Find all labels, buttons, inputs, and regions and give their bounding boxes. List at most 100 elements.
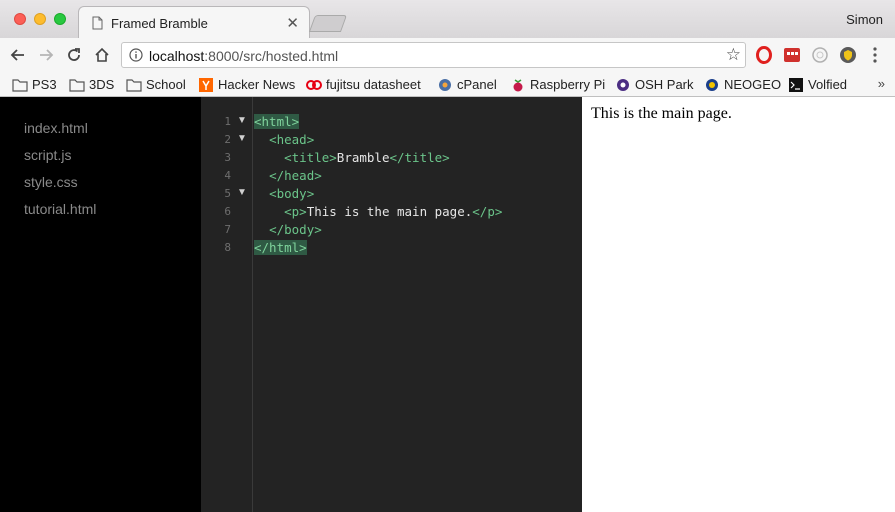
profile-name[interactable]: Simon	[846, 12, 883, 27]
back-button[interactable]	[8, 45, 28, 65]
code-editor[interactable]: 1 2 3 4 5 6 7 8 ▼ ▼ ▼ <html> <head> <tit…	[201, 97, 582, 512]
minimize-window-button[interactable]	[34, 13, 46, 25]
new-tab-button[interactable]	[308, 15, 348, 32]
code-tag: <p>	[284, 204, 307, 219]
line-number: 7	[224, 223, 231, 236]
bookmark-label: School	[146, 77, 186, 92]
code-line[interactable]: </html>	[254, 239, 307, 257]
line-number: 5	[224, 187, 231, 200]
reload-icon	[68, 48, 80, 61]
file-item-script-js[interactable]: script.js	[24, 147, 71, 163]
red-extension-icon[interactable]	[783, 46, 801, 64]
code-tag: </title>	[389, 150, 450, 165]
bookmark-ps3[interactable]: PS3	[12, 76, 57, 93]
url-path: :8000/src/hosted.html	[204, 48, 339, 64]
file-item-tutorial-html[interactable]: tutorial.html	[24, 201, 96, 217]
code-tag: <body>	[269, 186, 315, 201]
info-icon[interactable]	[129, 48, 143, 62]
folder-icon	[69, 78, 85, 92]
bookmark-star-icon[interactable]: ☆	[726, 45, 741, 65]
url-text[interactable]: localhost:8000/src/hosted.html	[149, 48, 338, 64]
bookmark-label: Hacker News	[218, 77, 296, 92]
address-bar[interactable]: localhost:8000/src/hosted.html ☆	[121, 42, 746, 68]
reload-button[interactable]	[64, 45, 84, 65]
bookmark-school[interactable]: School	[126, 76, 186, 93]
shield-extension-icon[interactable]	[839, 46, 857, 64]
code-tag: </head>	[269, 168, 322, 183]
bookmark-label: OSH Park	[635, 77, 694, 92]
close-tab-icon[interactable]: ✕	[286, 14, 299, 32]
file-item-style-css[interactable]: style.css	[24, 174, 78, 190]
fold-toggle-icon[interactable]: ▼	[237, 133, 247, 144]
line-number: 4	[224, 169, 231, 182]
bookmark-label: 3DS	[89, 77, 115, 92]
line-number: 6	[224, 205, 231, 218]
bookmark-cpanel[interactable]: cPanel	[437, 76, 497, 93]
home-icon	[95, 47, 109, 62]
folder-icon	[126, 78, 142, 92]
file-tree-panel: index.html script.js style.css tutorial.…	[0, 97, 201, 512]
osh-park-icon	[617, 78, 629, 91]
file-item-index-html[interactable]: index.html	[24, 120, 88, 136]
bookmark-3ds[interactable]: 3DS	[69, 76, 114, 93]
editor-gutter: 1 2 3 4 5 6 7 8 ▼ ▼ ▼	[201, 97, 253, 512]
forward-arrow-icon	[40, 49, 54, 61]
bookmarks-bar: PS3 3DS School Hacker News fujitsu datas…	[0, 72, 895, 97]
close-window-button[interactable]	[14, 13, 26, 25]
code-line[interactable]: <p>This is the main page.</p>	[254, 203, 502, 221]
bookmark-label: NEOGEO	[724, 77, 782, 92]
code-line[interactable]: </head>	[254, 167, 322, 185]
fold-toggle-icon[interactable]: ▼	[237, 187, 247, 198]
home-button[interactable]	[92, 45, 112, 65]
more-bookmarks-icon[interactable]: »	[878, 76, 885, 91]
tab-title: Framed Bramble	[111, 16, 208, 31]
hacker-news-icon	[199, 77, 213, 92]
bookmark-neogeo[interactable]: NEOGEO	[704, 76, 781, 93]
folder-icon	[12, 78, 28, 92]
line-number: 3	[224, 151, 231, 164]
bookmark-label: cPanel	[457, 77, 497, 92]
document-icon	[92, 16, 103, 30]
code-tag: <html>	[254, 114, 300, 129]
back-arrow-icon	[10, 49, 24, 61]
line-number: 8	[224, 241, 231, 254]
code-tag: <head>	[269, 132, 315, 147]
terminal-icon	[789, 77, 803, 92]
opera-extension-icon[interactable]	[755, 46, 773, 64]
bookmark-osh-park[interactable]: OSH Park	[615, 76, 694, 93]
code-text: This is the main page.	[306, 204, 473, 219]
bookmark-label: PS3	[32, 77, 57, 92]
neogeo-icon	[706, 78, 718, 91]
preview-pane: This is the main page.	[582, 97, 895, 512]
bookmark-raspberry-pi[interactable]: Raspberry Pi	[510, 76, 605, 93]
code-line[interactable]: <head>	[254, 131, 314, 149]
preview-paragraph: This is the main page.	[591, 105, 732, 122]
code-tag: </p>	[472, 204, 503, 219]
code-tag: </html>	[254, 240, 307, 255]
bookmark-volfied[interactable]: Volfied	[788, 76, 847, 93]
fold-toggle-icon[interactable]: ▼	[237, 115, 247, 126]
browser-tab[interactable]: Framed Bramble ✕	[78, 6, 310, 39]
code-tag: </body>	[269, 222, 322, 237]
url-host: localhost	[149, 48, 205, 64]
line-number: 1	[224, 115, 231, 128]
cpanel-icon	[439, 78, 451, 91]
code-line[interactable]: <title>Bramble</title>	[254, 149, 450, 167]
forward-button[interactable]	[36, 45, 56, 65]
fujitsu-icon	[306, 79, 322, 90]
raspberry-pi-icon	[513, 78, 523, 91]
gray-extension-icon[interactable]	[811, 46, 829, 64]
line-number: 2	[224, 133, 231, 146]
bookmark-hacker-news[interactable]: Hacker News	[198, 76, 295, 93]
zoom-window-button[interactable]	[54, 13, 66, 25]
code-line[interactable]: </body>	[254, 221, 322, 239]
code-line[interactable]: <html>	[254, 113, 300, 131]
code-line[interactable]: <body>	[254, 185, 314, 203]
bookmark-fujitsu[interactable]: fujitsu datasheet	[306, 76, 421, 93]
bookmark-label: Raspberry Pi	[530, 77, 606, 92]
code-tag: <title>	[284, 150, 337, 165]
toolbar: localhost:8000/src/hosted.html ☆	[0, 38, 895, 72]
bookmark-label: fujitsu datasheet	[326, 77, 421, 92]
bookmark-label: Volfied	[808, 77, 848, 92]
more-menu-icon[interactable]	[873, 47, 877, 63]
